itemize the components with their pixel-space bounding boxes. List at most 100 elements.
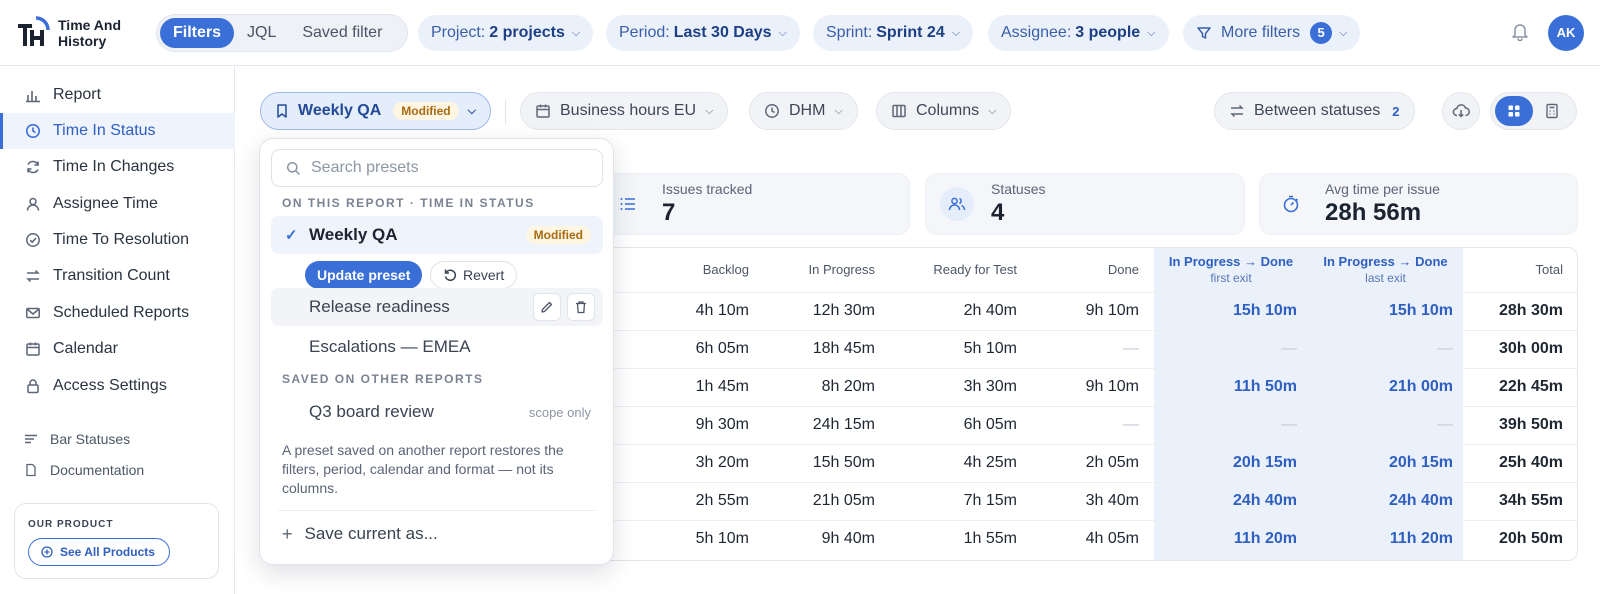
preset-scope-note: A preset saved on another report restore…	[282, 442, 564, 496]
preset-option-label: Q3 board review	[309, 402, 434, 421]
column-header-range-first[interactable]: In Progress → Done first exit	[1154, 248, 1308, 292]
view-switch	[1490, 92, 1577, 130]
cell-total: 20h 50m	[1498, 530, 1563, 547]
see-all-products-button[interactable]: See All Products	[28, 538, 170, 566]
update-preset-button[interactable]: Update preset	[305, 261, 423, 289]
cell-backlog: 5h 10m	[695, 530, 749, 547]
logo-mark-icon	[18, 16, 50, 46]
avatar[interactable]: AK	[1548, 15, 1584, 51]
save-current-as-button[interactable]: + Save current as...	[282, 515, 438, 553]
sidebar-item-documentation[interactable]: Documentation	[0, 452, 235, 488]
chip-value: 2 projects	[489, 24, 565, 41]
cell-range-first: 20h 15m	[1232, 454, 1297, 471]
user-icon	[24, 196, 41, 213]
stat-statuses: Statuses 4	[925, 173, 1245, 235]
sprint-filter[interactable]: Sprint: Sprint 24 ⌵	[813, 15, 974, 51]
lock-icon	[24, 378, 41, 395]
format-selector[interactable]: DHM ⌵	[749, 92, 858, 130]
cell-ready-for-test: 2h 40m	[963, 302, 1017, 319]
column-header-ready-for-test[interactable]: Ready for Test	[891, 248, 1017, 292]
mode-filters[interactable]: Filters	[160, 18, 235, 48]
mode-saved-filter[interactable]: Saved filter	[289, 18, 395, 48]
cell-total: 28h 30m	[1498, 302, 1563, 319]
cell-backlog: 9h 30m	[695, 416, 749, 433]
cell-range-last: —	[1437, 340, 1453, 357]
revert-button[interactable]: Revert	[430, 261, 518, 289]
cell-range-first: 15h 10m	[1232, 302, 1297, 319]
column-header-in-progress[interactable]: In Progress	[761, 248, 875, 292]
list-icon	[611, 187, 645, 221]
stat-issues-tracked: Issues tracked 7	[596, 173, 910, 235]
app-title: Time And History	[58, 17, 121, 49]
sidebar-item-transition-count[interactable]: Transition Count	[0, 258, 235, 294]
export-button[interactable]	[1442, 92, 1480, 130]
transfer-icon	[1229, 103, 1245, 119]
cell-ready-for-test: 7h 15m	[963, 492, 1017, 509]
column-header-done[interactable]: Done	[1031, 248, 1139, 292]
preset-search-input[interactable]: Search presets	[271, 149, 603, 187]
save-current-as-label: Save current as...	[304, 524, 438, 543]
calendar-selector[interactable]: Business hours EU ⌵	[520, 92, 729, 130]
undo-icon	[443, 268, 457, 282]
stat-avg-time: Avg time per issue 28h 56m	[1259, 173, 1578, 235]
sidebar-item-calendar[interactable]: Calendar	[0, 331, 235, 367]
sidebar-item-report[interactable]: Report	[0, 77, 235, 113]
chip-key: Project:	[431, 24, 486, 41]
cell-total: 25h 40m	[1498, 454, 1563, 471]
sidebar-item-time-to-resolution[interactable]: Time To Resolution	[0, 222, 235, 258]
mode-jql[interactable]: JQL	[234, 18, 289, 48]
modified-badge: Modified	[393, 102, 459, 120]
preset-option-escalations-emea[interactable]: Escalations — EMEA	[271, 328, 603, 366]
preset-option-release-readiness[interactable]: Release readiness	[271, 288, 603, 326]
sidebar-item-access-settings[interactable]: Access Settings	[0, 368, 235, 404]
column-header-total[interactable]: Total	[1471, 248, 1563, 292]
check-circle-icon	[24, 232, 41, 249]
sidebar-item-time-in-changes[interactable]: Time In Changes	[0, 149, 235, 185]
sidebar-item-label: Time In Status	[53, 122, 156, 139]
cell-in-progress: 18h 45m	[812, 340, 875, 357]
preset-selector[interactable]: Weekly QA Modified ⌵	[260, 92, 491, 130]
cloud-download-icon	[1452, 103, 1470, 119]
cell-range-last: —	[1437, 416, 1453, 433]
chevron-down-icon: ⌵	[834, 104, 843, 117]
chip-key: Period:	[619, 24, 670, 41]
cell-in-progress: 12h 30m	[812, 302, 875, 319]
bell-icon[interactable]	[1511, 21, 1529, 46]
revert-label: Revert	[463, 267, 505, 283]
column-header-range-last[interactable]: In Progress → Done last exit	[1308, 248, 1463, 292]
preset-option-actions	[533, 293, 595, 321]
cell-range-last: 24h 40m	[1388, 492, 1453, 509]
columns-selector[interactable]: Columns ⌵	[876, 92, 1012, 130]
preset-option-label: Escalations — EMEA	[309, 337, 471, 356]
columns-label: Columns	[916, 102, 980, 119]
product-card: OUR PRODUCT See All Products	[14, 503, 219, 579]
project-filter[interactable]: Project: 2 projects ⌵	[418, 15, 594, 51]
sidebar-item-label: Calendar	[53, 340, 118, 357]
chevron-down-icon: ⌵	[1147, 26, 1156, 39]
assignee-filter[interactable]: Assignee: 3 people ⌵	[988, 15, 1169, 51]
between-statuses-button[interactable]: Between statuses 2	[1214, 92, 1415, 130]
sidebar-item-label: Scheduled Reports	[53, 304, 190, 321]
cell-ready-for-test: 4h 25m	[963, 454, 1017, 471]
trash-icon[interactable]	[567, 293, 595, 321]
cell-range-last: 11h 20m	[1389, 530, 1453, 547]
app-logo[interactable]	[16, 16, 50, 50]
stat-label: Issues tracked	[662, 181, 753, 197]
toolbar-divider	[505, 100, 506, 124]
funnel-icon	[1197, 27, 1211, 39]
edit-icon[interactable]	[533, 293, 561, 321]
sidebar-item-time-in-status[interactable]: Time In Status	[0, 113, 235, 149]
preset-option-weekly-qa[interactable]: ✓ Weekly QA Modified	[271, 216, 603, 254]
dropdown-divider	[278, 510, 596, 511]
more-filters-button[interactable]: More filters 5 ⌵	[1183, 15, 1361, 51]
grid-view-icon[interactable]	[1495, 96, 1533, 126]
calendar-icon	[24, 341, 41, 358]
sidebar-item-assignee-time[interactable]: Assignee Time	[0, 186, 235, 222]
period-filter[interactable]: Period: Last 30 Days ⌵	[606, 15, 800, 51]
lines-icon	[24, 432, 38, 446]
cell-in-progress: 9h 40m	[821, 530, 875, 547]
sidebar-item-scheduled-reports[interactable]: Scheduled Reports	[0, 295, 235, 331]
calculator-view-icon[interactable]	[1533, 96, 1571, 126]
column-header-backlog[interactable]: Backlog	[651, 248, 749, 292]
preset-option-q3-board-review[interactable]: Q3 board review scope only	[271, 393, 603, 431]
